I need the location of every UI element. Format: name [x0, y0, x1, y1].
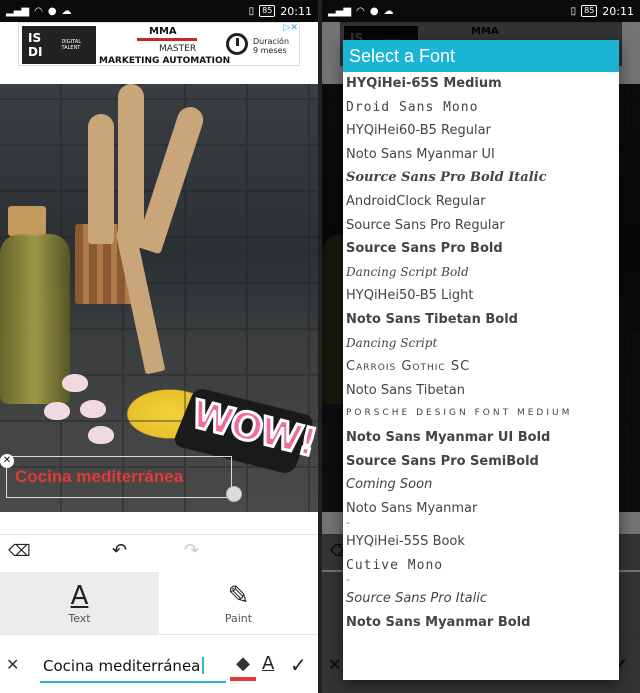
ad-line2: MARKETING AUTOMATION — [99, 56, 231, 66]
cork — [8, 206, 46, 236]
font-option[interactable]: Source Sans Pro Regular — [346, 214, 619, 238]
delete-handle-icon[interactable]: ✕ — [0, 454, 14, 468]
ad-line1: MASTER — [159, 44, 197, 54]
canvas-text-box[interactable]: Cocina mediterránea — [6, 456, 232, 498]
font-option[interactable]: Noto Sans Myanmar Bold — [346, 611, 619, 635]
font-option[interactable]: HYQiHei-65S Medium — [346, 72, 619, 96]
vibrate-icon: ▯ — [248, 5, 255, 17]
clock-time: 20:11 — [602, 4, 634, 18]
notification-icon: ● — [369, 5, 379, 17]
font-option[interactable]: Dancing Script Bold — [346, 261, 619, 285]
notification-icon: ● — [47, 5, 57, 17]
font-option[interactable]: Source Sans Pro Bold Italic — [346, 166, 619, 190]
font-option[interactable]: Carrois Gothic SC — [346, 355, 619, 379]
status-bar: ▂▄▆ ◠ ● ☁ ▯ 85 20:11 — [0, 0, 318, 22]
dialog-title: Select a Font — [343, 40, 619, 72]
ad-accent-bar — [137, 38, 197, 41]
ad-org: MMA — [149, 26, 177, 37]
fill-color-icon[interactable]: ◆ — [230, 653, 256, 681]
redo-icon[interactable]: ↷ — [184, 540, 199, 561]
cloud-icon: ☁ — [61, 5, 72, 17]
close-icon[interactable]: ✕ — [6, 655, 19, 674]
confirm-icon[interactable]: ✓ — [290, 653, 307, 677]
ad-duration: Duración 9 meses — [253, 37, 290, 55]
ad-logo: IS DIDIGITAL TALENT — [22, 26, 96, 64]
font-picker-screen: ▂▄▆ ◠ ● ☁ ▯ 85 20:11 IS DIDIGITAL TALENT… — [322, 0, 640, 693]
resize-handle[interactable] — [226, 486, 242, 502]
battery-icon: 85 — [259, 5, 276, 17]
font-option[interactable]: Cutive Mono — [346, 554, 619, 578]
vibrate-icon: ▯ — [570, 5, 577, 17]
ad-choices-icon[interactable]: ▷✕ — [284, 23, 298, 33]
font-option[interactable]: HYQiHei60-B5 Regular — [346, 119, 619, 143]
canvas-text: Cocina mediterránea — [15, 467, 184, 486]
tab-paint[interactable]: ✎ Paint — [159, 572, 318, 634]
text-input[interactable]: Cocina mediterránea — [40, 653, 226, 683]
ad-banner[interactable]: IS DI DIGITAL TALENT MMA MASTER MARKETING… — [18, 22, 300, 66]
font-option[interactable]: Source Sans Pro SemiBold — [346, 450, 619, 474]
font-option[interactable]: Noto Sans Tibetan Bold — [346, 308, 619, 332]
font-option[interactable]: Noto Sans Tibetan — [346, 379, 619, 403]
editor-screen: ▂▄▆ ◠ ● ☁ ▯ 85 20:11 IS DI DIGITAL TALENT… — [0, 0, 318, 693]
font-option[interactable]: Porsche Design Font Medium — [346, 402, 619, 426]
undo-icon[interactable]: ↶ — [112, 540, 127, 561]
font-option[interactable]: - — [346, 577, 619, 587]
font-option[interactable]: - — [346, 520, 619, 530]
font-option[interactable]: Noto Sans Myanmar — [346, 497, 619, 521]
font-option[interactable]: Droid Sans Mono — [346, 96, 619, 120]
clock-time: 20:11 — [280, 4, 312, 18]
stopwatch-icon — [226, 33, 248, 55]
font-option[interactable]: HYQiHei-55S Book — [346, 530, 619, 554]
font-option[interactable]: HYQiHei50-B5 Light — [346, 284, 619, 308]
font-option[interactable]: Dancing Script — [346, 332, 619, 356]
brush-icon: ✎ — [227, 580, 250, 611]
font-option[interactable]: Source Sans Pro Bold — [346, 237, 619, 261]
font-icon[interactable]: A — [262, 653, 274, 674]
battery-icon: 85 — [581, 5, 598, 17]
font-option[interactable]: Source Sans Pro Italic — [346, 587, 619, 611]
tab-text[interactable]: A Text — [0, 572, 159, 634]
signal-icon: ▂▄▆ — [328, 5, 352, 17]
font-dialog: Select a Font HYQiHei-65S Medium Droid Sa… — [343, 40, 619, 680]
font-option[interactable]: Noto Sans Myanmar UI Bold — [346, 426, 619, 450]
editor-toolbar: ⌫ ↶ ↷ — [0, 534, 318, 570]
signal-icon: ▂▄▆ — [6, 5, 30, 17]
text-input-row: ✕ Cocina mediterránea ◆ A ✓ — [0, 634, 318, 693]
wifi-icon: ◠ — [356, 5, 365, 17]
screenshot-stage: ▂▄▆ ◠ ● ☁ ▯ 85 20:11 IS DI DIGITAL TALENT… — [0, 0, 640, 693]
backspace-icon[interactable]: ⌫ — [8, 541, 31, 560]
font-option[interactable]: Noto Sans Myanmar UI — [346, 143, 619, 167]
cloud-icon: ☁ — [383, 5, 394, 17]
mode-tabs: A Text ✎ Paint — [0, 572, 318, 634]
text-icon: A — [70, 580, 89, 611]
font-option[interactable]: Coming Soon — [346, 473, 619, 497]
font-list: HYQiHei-65S Medium Droid Sans Mono HYQiHei… — [343, 72, 619, 635]
wifi-icon: ◠ — [34, 5, 43, 17]
font-option[interactable]: AndroidClock Regular — [346, 190, 619, 214]
oil-bottle — [0, 234, 70, 404]
status-bar: ▂▄▆ ◠ ● ☁ ▯ 85 20:11 — [322, 0, 640, 22]
